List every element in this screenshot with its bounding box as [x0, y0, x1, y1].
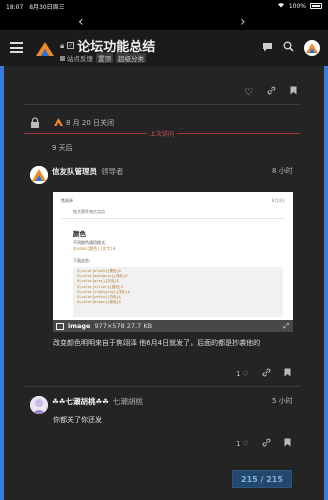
bookmark-icon[interactable]: [284, 368, 291, 380]
avatar[interactable]: [30, 396, 48, 414]
post-actions: 1 ♡: [236, 368, 291, 380]
image-subtitle: 钻大家扑充亿点点: [73, 209, 105, 214]
battery-icon: [310, 3, 322, 9]
post-image[interactable]: 焦丽泽 8月4日 钻大家扑充亿点点 颜色 不同颜色通用格式: $\color{颜…: [53, 192, 293, 332]
checkbox-icon: ✓: [67, 42, 75, 49]
last-visit-divider: 上次访问: [24, 129, 300, 139]
header-icons: [262, 40, 320, 56]
expand-icon[interactable]: ⤢: [283, 322, 289, 331]
status-time: 18:07 8月30日周三: [6, 2, 65, 11]
like-heart-icon[interactable]: ♡: [244, 87, 253, 98]
time-gap: 9 天后: [52, 144, 73, 152]
link-icon[interactable]: [267, 86, 276, 98]
image-file-name: image: [68, 322, 91, 330]
clock: 18:07: [6, 4, 24, 11]
divider: [24, 386, 300, 387]
image-info-bar: image 977×578 27.7 KB ⤢: [53, 320, 293, 332]
forward-arrow-icon[interactable]: ›: [240, 14, 246, 30]
post-actions: ♡: [244, 86, 297, 98]
author-role: 领导者: [101, 167, 124, 176]
small-logo-icon: [54, 117, 63, 128]
site-logo[interactable]: [34, 38, 56, 60]
like-heart-icon: ♡: [242, 440, 249, 448]
lock-icon: 🔒︎: [60, 40, 65, 50]
like-heart-icon: ♡: [242, 370, 249, 378]
post-time[interactable]: 8 小时: [272, 166, 293, 176]
bookmark-icon[interactable]: [290, 86, 297, 98]
author-name: 信友队管理员: [52, 167, 97, 176]
link-icon[interactable]: [262, 368, 271, 380]
right-edge-bar: [324, 66, 328, 500]
search-icon[interactable]: [283, 41, 294, 55]
post-body: 你都关了你还发: [53, 416, 102, 424]
hamburger-menu-icon[interactable]: [10, 42, 23, 53]
post-author[interactable]: 信友队管理员 领导者: [52, 166, 124, 177]
divider: [24, 104, 300, 105]
image-meta: 977×578 27.7 KB: [94, 322, 153, 330]
post-author[interactable]: ☘☘七瀬胡桃☘☘ 七瀬胡桃: [52, 396, 143, 407]
category-label: 站点反馈: [67, 55, 93, 63]
image-icon: [56, 322, 64, 330]
browser-nav: ‹ ›: [0, 14, 328, 30]
category-link[interactable]: 站点反馈: [60, 53, 93, 63]
avatar[interactable]: [30, 166, 48, 184]
post-body: 改变颜色明明来自于焦翊泽 他6月4日就发了，后面的都是抄袭他的: [53, 339, 261, 347]
like-button[interactable]: 1 ♡: [236, 440, 249, 448]
battery-percent: 100%: [288, 2, 306, 10]
topic-categories: 站点反馈 置顶 超级分类: [60, 53, 146, 63]
image-code-block: $\color{black}{黑色}$ $\color{darkgray}{深灰…: [73, 267, 283, 317]
last-visit-label: 上次访问: [146, 129, 178, 138]
category-color-icon: [60, 56, 65, 61]
image-line: 下面这些:: [73, 258, 91, 263]
user-avatar[interactable]: [304, 40, 320, 56]
wifi-icon: [277, 2, 285, 10]
status-bar: 18:07 8月30日周三 100%: [0, 0, 328, 12]
image-line: $\color{颜色}{文字}$: [73, 246, 116, 251]
closed-info: 8 月 20 日关闭: [54, 117, 115, 128]
topic-progress[interactable]: 215 / 215: [232, 470, 292, 488]
like-count: 1: [236, 440, 241, 448]
back-arrow-icon[interactable]: ‹: [78, 14, 84, 30]
author-username: 七瀬胡桃: [112, 397, 143, 406]
post-time[interactable]: 5 小时: [272, 396, 293, 406]
image-header: 焦丽泽: [61, 198, 73, 203]
like-button[interactable]: 1 ♡: [236, 370, 249, 378]
closed-text: 8 月 20 日关闭: [66, 118, 115, 127]
status-right: 100%: [277, 2, 322, 10]
site-header: 🔒︎ ✓ 论坛功能总结 站点反馈 置顶 超级分类: [0, 30, 328, 66]
tag[interactable]: 超级分类: [116, 53, 146, 63]
code-line: $\color{brown}{棕色}$: [77, 300, 121, 305]
link-icon[interactable]: [262, 438, 271, 450]
post-actions: 1 ♡: [236, 438, 291, 450]
image-date: 8月4日: [271, 198, 285, 203]
chat-icon[interactable]: [262, 42, 273, 55]
date: 8月30日周三: [29, 4, 65, 11]
bookmark-icon[interactable]: [284, 438, 291, 450]
progress-label: 215 / 215: [241, 474, 283, 484]
tag[interactable]: 置顶: [96, 53, 113, 63]
like-count: 1: [236, 370, 241, 378]
author-name: ☘☘七瀬胡桃☘☘: [52, 397, 109, 406]
image-heading: 颜色: [73, 230, 86, 238]
